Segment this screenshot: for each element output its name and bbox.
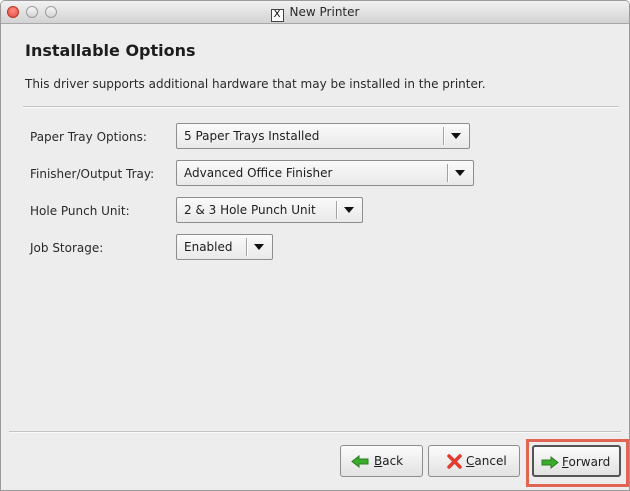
dropdown-arrow-icon: [455, 170, 465, 176]
finisher-output-tray-combo[interactable]: Advanced Office Finisher: [176, 160, 474, 186]
paper-tray-options-label: Paper Tray Options:: [30, 130, 147, 144]
new-printer-window: X New Printer Installable Options This dr…: [0, 0, 630, 491]
hole-punch-unit-value: 2 & 3 Hole Punch Unit: [184, 203, 316, 217]
page-title: Installable Options: [25, 41, 196, 60]
window-title-group: X New Printer: [1, 5, 629, 22]
footer-divider: [9, 431, 621, 433]
paper-tray-options-combo[interactable]: 5 Paper Trays Installed: [176, 123, 470, 149]
finisher-output-tray-label: Finisher/Output Tray:: [30, 167, 155, 181]
combo-divider: [443, 127, 445, 145]
job-storage-label: Job Storage:: [30, 241, 104, 255]
hole-punch-unit-combo[interactable]: 2 & 3 Hole Punch Unit: [176, 197, 363, 223]
dropdown-arrow-icon: [254, 244, 264, 250]
back-arrow-icon: [351, 455, 369, 468]
x11-icon: X: [270, 9, 284, 22]
job-storage-combo[interactable]: Enabled: [176, 234, 273, 260]
back-button-label: Back: [374, 454, 404, 468]
combo-divider: [447, 164, 449, 182]
cancel-button[interactable]: Cancel: [428, 445, 520, 477]
cancel-x-icon: [447, 454, 462, 469]
forward-button-highlight: [526, 439, 629, 487]
finisher-output-tray-value: Advanced Office Finisher: [184, 166, 333, 180]
dropdown-arrow-icon: [451, 133, 461, 139]
cancel-button-label: Cancel: [466, 454, 507, 468]
paper-tray-options-value: 5 Paper Trays Installed: [184, 129, 320, 143]
dropdown-arrow-icon: [344, 207, 354, 213]
job-storage-value: Enabled: [184, 240, 233, 254]
combo-divider: [336, 201, 338, 219]
combo-divider: [246, 238, 248, 256]
back-button[interactable]: Back: [340, 445, 423, 477]
header-divider: [23, 106, 619, 108]
title-bar[interactable]: X New Printer: [1, 1, 629, 24]
page-description: This driver supports additional hardware…: [25, 77, 486, 91]
window-title: New Printer: [289, 5, 360, 19]
hole-punch-unit-label: Hole Punch Unit:: [30, 204, 130, 218]
